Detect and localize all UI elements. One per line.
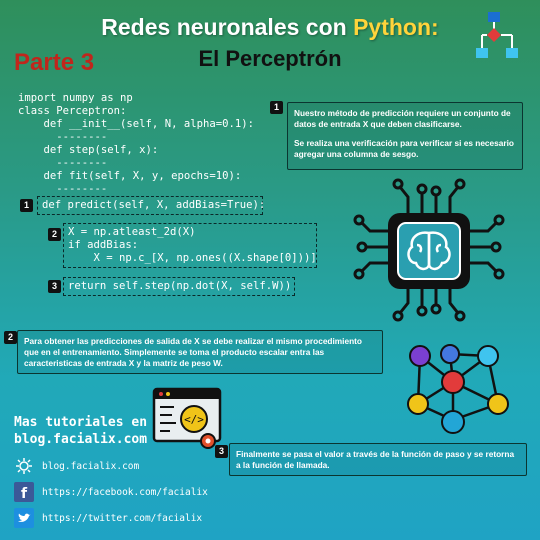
note-3: Finalmente se pasa el valor a través de … (229, 443, 527, 476)
twitter-link[interactable]: https://twitter.com/facialix (14, 508, 202, 528)
network-graph-icon (407, 344, 509, 434)
twitter-icon (14, 508, 34, 528)
flowchart-icon (476, 12, 518, 58)
blog-link-text[interactable]: blog.facialix.com (42, 461, 139, 472)
note-2-text: Para obtener las predicciones de salida … (24, 336, 362, 368)
code-return: return self.step(np.dot(X, self.W)) (63, 277, 295, 296)
marker-3-note: 3 (215, 445, 228, 458)
marker-3: 3 (48, 280, 61, 293)
more-tutorials-line2[interactable]: blog.facialix.com (14, 431, 147, 448)
svg-text:f: f (21, 486, 28, 502)
facebook-link[interactable]: f https://facebook.com/facialix (14, 482, 208, 502)
facebook-link-text[interactable]: https://facebook.com/facialix (42, 487, 208, 498)
web-icon (14, 456, 34, 476)
marker-1-note: 1 (270, 101, 283, 114)
twitter-link-text[interactable]: https://twitter.com/facialix (42, 513, 202, 524)
page-title: Redes neuronales con Python: (0, 14, 540, 41)
marker-1: 1 (20, 199, 33, 212)
note-2: Para obtener las predicciones de salida … (17, 330, 383, 374)
marker-2: 2 (48, 228, 61, 241)
code-window-icon: </> (152, 387, 222, 449)
note-1-text-2: Se realiza una verificación para verific… (294, 138, 514, 159)
more-tutorials: Mas tutoriales en blog.facialix.com (14, 414, 147, 448)
title-python: Python: (353, 14, 439, 40)
marker-2-note: 2 (4, 331, 17, 344)
title-part1: Redes neuronales con (101, 14, 354, 40)
note-1-text-1: Nuestro método de predicción requiere un… (294, 108, 511, 129)
facebook-icon: f (14, 482, 34, 502)
code-class-header: import numpy as np class Perceptron: def… (18, 92, 254, 195)
note-3-text: Finalmente se pasa el valor a través de … (236, 449, 515, 470)
note-1: Nuestro método de predicción requiere un… (287, 102, 523, 170)
page-subtitle: El Perceptrón (198, 46, 342, 71)
svg-text:</>: </> (184, 413, 204, 426)
code-block-bias: X = np.atleast_2d(X) if addBias: X = np.… (63, 223, 317, 268)
brain-chip-icon (353, 178, 505, 322)
more-tutorials-line1: Mas tutoriales en (14, 415, 148, 430)
code-predict-def: def predict(self, X, addBias=True): (37, 196, 265, 215)
blog-link[interactable]: blog.facialix.com (14, 456, 139, 476)
